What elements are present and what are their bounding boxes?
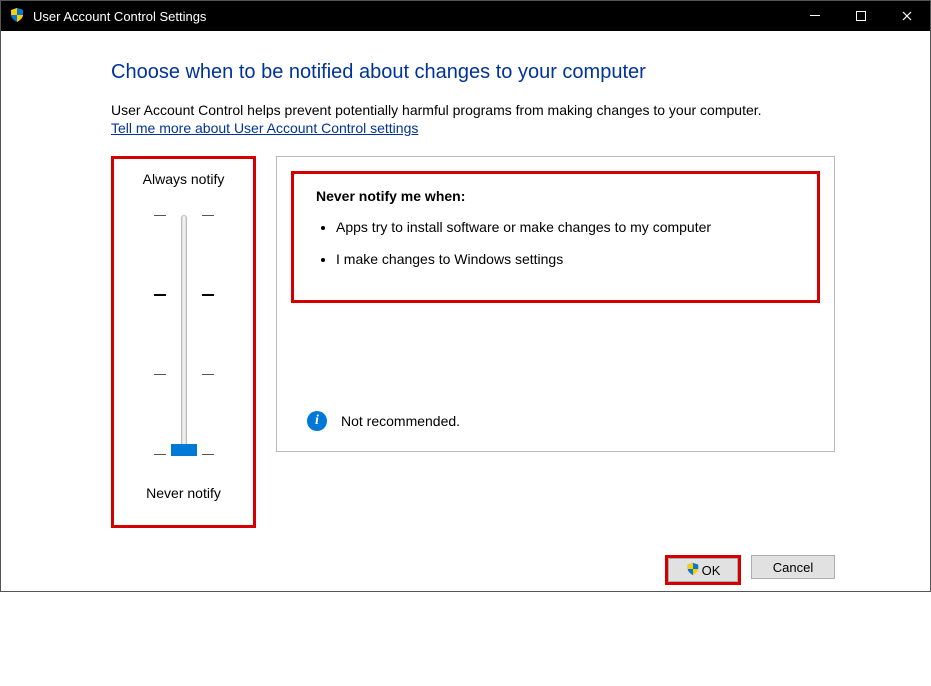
titlebar-title-area: User Account Control Settings — [9, 7, 792, 26]
notify-item: Apps try to install software or make cha… — [336, 218, 799, 236]
window-controls — [792, 1, 930, 31]
slider-track — [181, 215, 187, 451]
slider-notch-2 — [154, 295, 214, 296]
titlebar: User Account Control Settings — [1, 1, 930, 31]
ok-button-highlight: OK — [665, 555, 741, 585]
cancel-button[interactable]: Cancel — [751, 555, 835, 579]
help-link[interactable]: Tell me more about User Account Control … — [111, 120, 418, 136]
main-row: Always notify Never notify Never notify … — [111, 156, 835, 528]
content-area: Choose when to be notified about changes… — [1, 31, 930, 591]
description-text: User Account Control helps prevent poten… — [111, 102, 835, 118]
ok-button[interactable]: OK — [668, 558, 738, 582]
notify-box-title: Never notify me when: — [316, 188, 799, 204]
slider-column: Always notify Never notify — [111, 156, 256, 528]
details-panel: Never notify me when: Apps try to instal… — [276, 156, 835, 452]
close-button[interactable] — [884, 1, 930, 31]
maximize-button[interactable] — [838, 1, 884, 31]
page-heading: Choose when to be notified about changes… — [111, 61, 835, 84]
notify-list: Apps try to install software or make cha… — [316, 218, 799, 268]
recommendation-status: i Not recommended. — [307, 411, 460, 431]
cancel-button-label: Cancel — [773, 560, 813, 575]
slider-label-always: Always notify — [118, 171, 249, 187]
shield-icon — [9, 7, 25, 26]
window-title: User Account Control Settings — [33, 9, 206, 24]
slider-thumb[interactable] — [171, 444, 197, 456]
slider-notch-1 — [154, 374, 214, 375]
notify-box: Never notify me when: Apps try to instal… — [291, 171, 820, 303]
recommendation-text: Not recommended. — [341, 413, 460, 429]
button-row: OK Cancel — [665, 555, 835, 585]
notify-item: I make changes to Windows settings — [336, 250, 799, 268]
info-icon: i — [307, 411, 327, 431]
minimize-button[interactable] — [792, 1, 838, 31]
slider-notch-3 — [154, 215, 214, 216]
ok-button-label: OK — [702, 563, 721, 578]
uac-slider[interactable] — [154, 205, 214, 465]
uac-settings-window: User Account Control Settings Choose whe… — [0, 0, 931, 592]
shield-icon — [686, 562, 700, 579]
slider-label-never: Never notify — [118, 485, 249, 501]
